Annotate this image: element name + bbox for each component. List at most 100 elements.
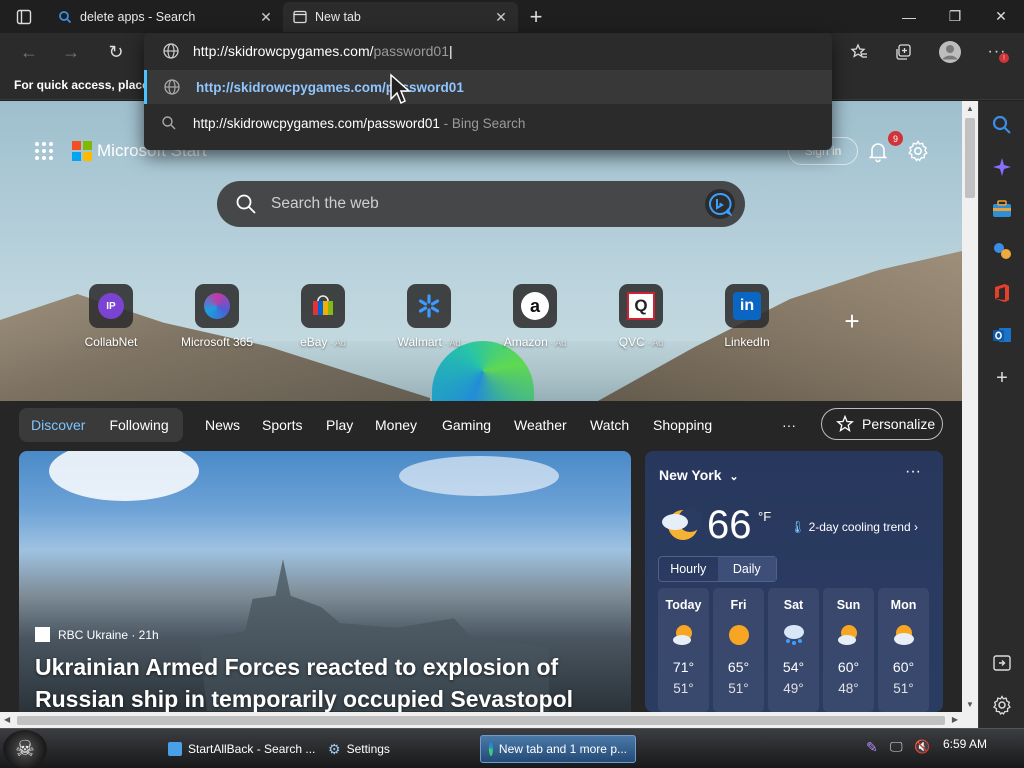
collections-button[interactable] (891, 40, 917, 64)
outlook-icon[interactable] (991, 324, 1013, 346)
quick-link-collabnet[interactable]: IP CollabNet (56, 284, 166, 349)
tab-bar: delete apps - Search ✕ New tab ✕ + — ❐ ✕ (0, 0, 1024, 33)
forecast-day[interactable]: Today 71° 51° (658, 588, 709, 712)
close-window-button[interactable]: ✕ (978, 0, 1024, 33)
add-quick-link-button[interactable]: + (840, 308, 864, 334)
address-bar[interactable]: http://skidrowcpygames.com/password01| (144, 33, 832, 69)
minimize-button[interactable]: — (886, 0, 932, 33)
restore-button[interactable]: ❐ (932, 0, 978, 33)
forward-button[interactable]: → (59, 41, 83, 63)
feed-nav-sports[interactable]: Sports (262, 417, 302, 433)
weather-city-selector[interactable]: New York ⌄ (659, 467, 739, 483)
sidebar-add-icon[interactable]: + (991, 367, 1013, 389)
quick-link-walmart[interactable]: Walmart · Ad (374, 284, 484, 349)
apps-grid-icon[interactable] (34, 141, 54, 161)
sidebar-search-icon[interactable] (991, 114, 1013, 136)
web-search-input[interactable] (271, 191, 671, 217)
horizontal-scrollbar[interactable]: ◀ ▶ (0, 712, 962, 728)
taskbar-item-settings[interactable]: ⚙ Settings (320, 735, 398, 763)
sun-cloud-icon (893, 625, 914, 645)
quick-link-label: CollabNet (56, 335, 166, 349)
refresh-button[interactable]: ↻ (104, 41, 128, 63)
notifications-bell-icon[interactable] (866, 139, 890, 163)
page-settings-gear-icon[interactable] (906, 139, 930, 163)
scroll-down-arrow-icon[interactable]: ▼ (965, 700, 975, 709)
weather-more-button[interactable]: ··· (905, 463, 921, 481)
feed-tab-following[interactable]: Following (97, 417, 180, 433)
close-tab-icon[interactable]: ✕ (257, 9, 275, 26)
quick-link-ebay[interactable]: eBay · Ad (268, 284, 378, 349)
amazon-icon: a (521, 292, 549, 320)
quick-link-name: Amazon (503, 335, 548, 349)
taskbar-item-edge[interactable]: New tab and 1 more p... (480, 735, 636, 763)
scroll-left-arrow-icon[interactable]: ◀ (4, 715, 10, 724)
close-tab-icon[interactable]: ✕ (492, 9, 510, 26)
forecast-day[interactable]: Sat 54° 49° (768, 588, 819, 712)
forecast-day-name: Mon (890, 598, 917, 612)
address-input-text[interactable]: http://skidrowcpygames.com/password01| (193, 43, 453, 59)
forecast-high: 71° (672, 659, 695, 675)
hide-sidebar-icon[interactable] (991, 652, 1013, 674)
feed-nav-news[interactable]: News (205, 417, 240, 433)
document-app-icon (168, 742, 182, 756)
volume-muted-icon[interactable]: 🔇 (914, 739, 930, 755)
start-button[interactable]: ☠ (3, 730, 47, 768)
taskbar-item-startallback-search[interactable]: StartAllBack - Search ... (160, 735, 323, 763)
games-character-icon[interactable] (991, 240, 1013, 262)
search-icon (162, 116, 176, 130)
settings-and-more-button[interactable]: ··· ! (984, 40, 1010, 64)
forecast-hourly-button[interactable]: Hourly (659, 557, 718, 581)
scroll-right-arrow-icon[interactable]: ▶ (952, 715, 958, 724)
feed-nav-more[interactable]: ··· (782, 417, 796, 433)
pen-icon[interactable]: ✎ (866, 739, 878, 756)
profile-button[interactable] (937, 40, 963, 64)
quick-link-qvc[interactable]: Q QVC · Ad (586, 284, 696, 349)
weather-trend-link[interactable]: 🌡 2-day cooling trend › (790, 520, 918, 534)
feed-nav-watch[interactable]: Watch (590, 417, 629, 433)
network-icon[interactable]: 🖵 (890, 739, 903, 755)
favorites-button[interactable] (846, 40, 872, 64)
quick-link-name: QVC (618, 335, 645, 349)
feed-nav-shopping[interactable]: Shopping (653, 417, 712, 433)
suggestion-search-row[interactable]: http://skidrowcpygames.com/password01 - … (144, 106, 832, 140)
scroll-up-arrow-icon[interactable]: ▲ (965, 104, 975, 113)
back-button[interactable]: ← (17, 41, 41, 63)
quick-link-name: Walmart (397, 335, 442, 349)
chevron-down-icon: ⌄ (729, 471, 739, 483)
office-icon[interactable] (991, 282, 1013, 304)
quick-link-microsoft-365[interactable]: Microsoft 365 (162, 284, 272, 349)
news-headline[interactable]: Ukrainian Armed Forces reacted to explos… (35, 651, 615, 712)
hero-image-cloud (399, 456, 559, 496)
forecast-day[interactable]: Mon 60° 51° (878, 588, 929, 712)
forecast-daily-button[interactable]: Daily (717, 557, 776, 581)
window-controls: — ❐ ✕ (886, 0, 1024, 33)
vertical-scrollbar[interactable]: ▲ ▼ (962, 101, 978, 712)
feed-nav-play[interactable]: Play (326, 417, 353, 433)
hero-news-card[interactable]: RBC Ukraine · 21h Ukrainian Armed Forces… (19, 451, 631, 712)
copilot-sparkle-icon[interactable] (991, 156, 1013, 178)
tools-briefcase-icon[interactable] (991, 198, 1013, 220)
suggestion-url-row[interactable]: http://skidrowcpygames.com/password01 (144, 70, 832, 104)
web-search-box (217, 181, 745, 227)
quick-link-amazon[interactable]: a Amazon · Ad (480, 284, 590, 349)
sidebar-settings-gear-icon[interactable] (991, 694, 1013, 716)
horizontal-scroll-thumb[interactable] (17, 716, 945, 725)
skull-start-icon: ☠ (15, 736, 35, 761)
personalize-label: Personalize (862, 416, 936, 432)
tab-delete-apps-search[interactable]: delete apps - Search ✕ (48, 2, 283, 32)
forecast-day[interactable]: Sun 60° 48° (823, 588, 874, 712)
tab-new-tab[interactable]: New tab ✕ (283, 2, 518, 32)
bing-chat-button[interactable] (705, 189, 735, 219)
personalize-button[interactable]: Personalize (821, 408, 943, 440)
quick-link-linkedin[interactable]: in LinkedIn (692, 284, 802, 349)
tab-actions-button[interactable] (0, 0, 48, 33)
vertical-scroll-thumb[interactable] (965, 118, 975, 198)
feed-nav-gaming[interactable]: Gaming (442, 417, 491, 433)
forecast-day[interactable]: Fri 65° 51° (713, 588, 764, 712)
sun-cloud-icon (837, 625, 857, 645)
feed-nav-weather[interactable]: Weather (514, 417, 567, 433)
new-tab-button[interactable]: + (518, 0, 554, 33)
feed-tab-discover[interactable]: Discover (19, 417, 97, 433)
taskbar-clock[interactable]: 6:59 AM (943, 737, 987, 751)
feed-nav-money[interactable]: Money (375, 417, 417, 433)
